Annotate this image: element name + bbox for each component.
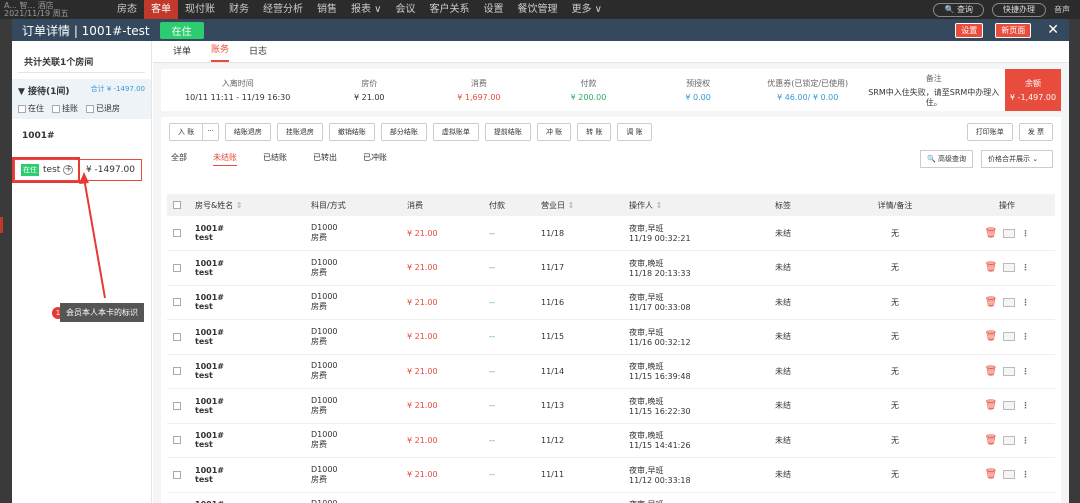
annotation-tooltip: 会员本人本卡的标识	[60, 303, 144, 322]
watermark-logo: ◎ 大数跨境	[14, 468, 98, 492]
annotation-arrow	[79, 172, 106, 299]
watermark-icon: ◎	[14, 472, 34, 491]
watermark-text: 大数跨境	[33, 472, 98, 491]
